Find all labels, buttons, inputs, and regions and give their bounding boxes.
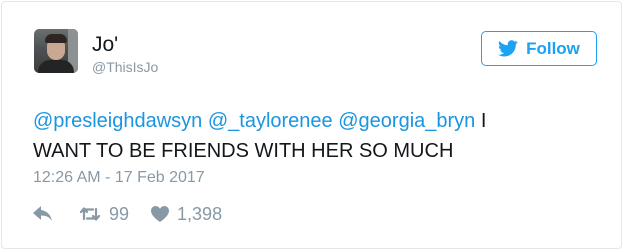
retweet-button[interactable]: 99	[79, 204, 129, 225]
avatar-hair	[45, 34, 67, 43]
avatar-shirt	[38, 60, 74, 73]
avatar[interactable]	[34, 29, 78, 73]
reply-icon	[33, 206, 52, 221]
heart-icon	[151, 206, 170, 222]
follow-button[interactable]: Follow	[481, 31, 597, 66]
reply-button[interactable]	[33, 206, 53, 222]
user-handle[interactable]: @ThisIsJo	[92, 59, 158, 75]
display-name[interactable]: Jo'	[92, 33, 118, 57]
retweet-count: 99	[109, 203, 130, 224]
retweet-icon	[79, 207, 101, 221]
follow-label: Follow	[526, 38, 580, 58]
tweet-text-line: WANT TO BE FRIENDS WITH HER SO MUCH	[33, 140, 454, 162]
like-button[interactable]: 1,398	[151, 204, 222, 225]
twitter-bird-icon	[498, 40, 518, 57]
mention-link[interactable]: @_taylorenee	[208, 110, 333, 132]
like-count: 1,398	[177, 203, 223, 224]
tweet-timestamp[interactable]: 12:26 AM - 17 Feb 2017	[33, 168, 205, 188]
mention-link[interactable]: @georgia_bryn	[338, 110, 475, 132]
tweet-card: Jo' @ThisIsJo Follow @presleighdawsyn @_…	[1, 1, 622, 249]
mention-link[interactable]: @presleighdawsyn	[33, 110, 202, 132]
tweet-actions: 99 1,398	[33, 202, 222, 226]
tweet-text-inline: I	[480, 110, 487, 132]
tweet-text: @presleighdawsyn @_taylorenee @georgia_b…	[33, 106, 603, 166]
